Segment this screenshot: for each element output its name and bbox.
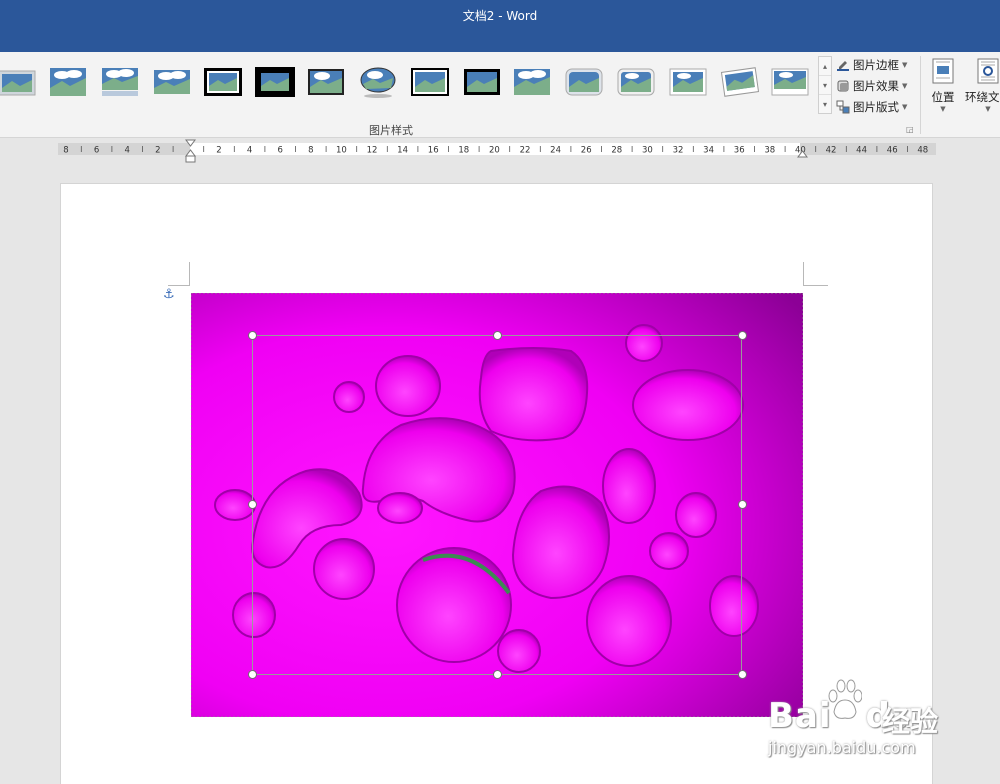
style-thumb-6[interactable] (255, 66, 295, 98)
style-thumb-16[interactable] (770, 66, 810, 98)
gallery-scroll-down[interactable]: ▾ (819, 76, 831, 95)
ruler-label: 48 (917, 146, 928, 156)
style-thumb-11[interactable] (512, 66, 552, 98)
watermark-cn: 经验 (882, 705, 939, 738)
ruler-label: 22 (520, 146, 531, 156)
ruler-label: 20 (489, 146, 500, 156)
right-indent-marker[interactable] (797, 149, 808, 158)
ruler-label: 44 (856, 146, 867, 156)
layout-icon (836, 100, 850, 114)
ruler-label: 10 (336, 146, 347, 156)
group-separator (920, 56, 921, 134)
ruler-label: 46 (887, 146, 898, 156)
ruler-label: 32 (673, 146, 684, 156)
indent-marker[interactable] (185, 139, 196, 163)
position-label: 位置 (931, 90, 955, 104)
ruler-label: 6 (277, 146, 282, 156)
ruler-label: 42 (826, 146, 837, 156)
gallery-scroll-up[interactable]: ▴ (819, 57, 831, 76)
style-thumb-14[interactable] (668, 66, 708, 98)
style-thumb-15[interactable] (720, 66, 760, 98)
ruler-label: 38 (764, 146, 775, 156)
dropdown-arrow-icon: ▼ (985, 105, 991, 113)
style-thumb-1[interactable] (0, 66, 38, 98)
paw-logo-icon (828, 679, 862, 719)
wrap-text-icon (977, 58, 999, 84)
corner-mark-top-right (803, 262, 828, 286)
ruler-label: 26 (581, 146, 592, 156)
style-thumb-5[interactable] (203, 66, 243, 98)
ruler-label: 8 (63, 146, 68, 156)
resize-handle-top[interactable] (493, 331, 502, 340)
watermark-site: jingyan.baidu.com (768, 738, 916, 757)
resize-handle-bottom-right[interactable] (738, 670, 747, 679)
title-bar: 文档2 - Word (0, 0, 1000, 52)
style-thumb-7[interactable] (306, 66, 346, 98)
style-thumb-3[interactable] (100, 66, 140, 98)
ruler-label: 34 (703, 146, 714, 156)
ruler-label: 2 (216, 146, 221, 156)
baidu-watermark: Bai du 经验 jingyan.baidu.com (768, 678, 968, 768)
style-thumb-9[interactable] (410, 66, 450, 98)
window-title: 文档2 - Word (462, 9, 538, 23)
pencil-icon (837, 61, 849, 71)
style-thumb-8[interactable] (358, 66, 398, 98)
picture-styles-gallery[interactable] (0, 56, 816, 106)
style-thumb-12[interactable] (564, 66, 604, 98)
resize-handle-bottom-left[interactable] (248, 670, 257, 679)
wrap-text-button[interactable]: 环绕文字 ▼ (962, 58, 1000, 113)
dialog-launcher-icon[interactable]: ◲ (906, 125, 914, 134)
group-label: 图片样式 (369, 124, 413, 137)
corner-mark-top-left (168, 262, 190, 286)
picture-border-label: 图片边框 (853, 58, 899, 72)
dropdown-arrow-icon: ▼ (902, 103, 908, 111)
wrap-text-label: 环绕文字 (965, 90, 1000, 104)
crop-selection-frame[interactable] (252, 335, 742, 675)
resize-handle-bottom[interactable] (493, 670, 502, 679)
picture-effects-label: 图片效果 (853, 79, 899, 93)
resize-handle-top-right[interactable] (738, 331, 747, 340)
ruler-label: 12 (367, 146, 378, 156)
picture-layout-label: 图片版式 (853, 100, 899, 114)
ruler-label: 16 (428, 146, 439, 156)
picture-layout-button[interactable]: 图片版式 ▼ (836, 97, 907, 117)
ribbon: ▴ ▾ ▾ 图片边框▼ 图片效果▼ 图片版式▼ 图片样式 ◲ 位置 ▼ 环绕文字… (0, 52, 1000, 138)
resize-handle-left[interactable] (248, 500, 257, 509)
style-thumb-10[interactable] (462, 66, 502, 98)
style-thumb-13[interactable] (616, 66, 656, 98)
ruler-label: 4 (247, 146, 252, 156)
ruler-label: 2 (155, 146, 160, 156)
dropdown-arrow-icon: ▼ (902, 82, 908, 90)
style-thumb-4[interactable] (152, 66, 192, 98)
position-button[interactable]: 位置 ▼ (922, 58, 964, 113)
ruler-label: 28 (611, 146, 622, 156)
gallery-more[interactable]: ▾ (819, 95, 831, 114)
ruler-label: 30 (642, 146, 653, 156)
gallery-scrollbar[interactable]: ▴ ▾ ▾ (818, 56, 832, 114)
ruler-label: 18 (458, 146, 469, 156)
dropdown-arrow-icon: ▼ (902, 61, 908, 69)
resize-handle-right[interactable] (738, 500, 747, 509)
position-icon (932, 58, 954, 84)
style-thumb-2[interactable] (48, 66, 88, 98)
picture-effects-button[interactable]: 图片效果 ▼ (836, 76, 907, 96)
effects-icon (837, 80, 849, 92)
ruler-label: 4 (124, 146, 129, 156)
resize-handle-top-left[interactable] (248, 331, 257, 340)
dropdown-arrow-icon: ▼ (940, 105, 946, 113)
ruler-label: 8 (308, 146, 313, 156)
ruler-label: 14 (397, 146, 408, 156)
picture-border-button[interactable]: 图片边框 ▼ (836, 55, 907, 75)
ruler-label: 24 (550, 146, 561, 156)
ruler-label: 6 (94, 146, 99, 156)
ruler-label: 36 (734, 146, 745, 156)
anchor-icon[interactable]: ⚓ (163, 287, 175, 302)
